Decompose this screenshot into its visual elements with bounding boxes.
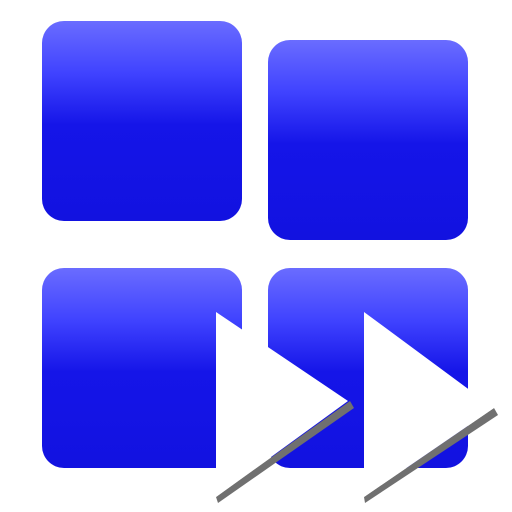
grid-fast-forward-icon: [0, 0, 512, 512]
fast-forward-icon: [216, 312, 498, 503]
fast-forward-arrow-2: [364, 312, 494, 497]
fast-forward-arrow-1: [216, 312, 348, 497]
